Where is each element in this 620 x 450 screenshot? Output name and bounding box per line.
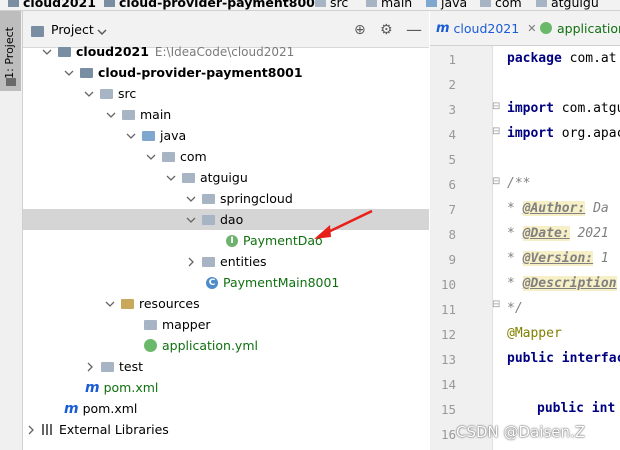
tree-node-module-pom[interactable]: m pom.xml <box>23 377 491 398</box>
module-icon <box>8 0 19 7</box>
folder-icon <box>366 0 377 7</box>
folder-icon <box>101 361 114 372</box>
package-icon <box>162 151 175 162</box>
folder-icon <box>144 319 157 330</box>
breadcrumb-item-main[interactable]: main <box>366 0 412 10</box>
chevron-down-icon[interactable] <box>97 29 107 35</box>
tree-node-root[interactable]: cloud2021 E:\IdeaCode\cloud2021 <box>23 41 448 62</box>
source-folder-icon <box>142 130 155 141</box>
folder-icon <box>426 0 437 7</box>
project-tool-tab-label: 1: Project <box>3 27 16 79</box>
package-icon <box>202 193 215 204</box>
folder-icon <box>315 0 326 7</box>
code-line-3[interactable]: import com.atgu <box>507 101 620 116</box>
tree-node-external-libraries[interactable]: External Libraries <box>23 419 432 440</box>
chevron-right-icon[interactable] <box>26 425 36 435</box>
maven-icon: m <box>64 400 79 417</box>
tree-node-module[interactable]: cloud-provider-payment8001 <box>23 62 448 83</box>
breadcrumb-item-com[interactable]: com <box>480 0 522 10</box>
folder-icon <box>122 109 135 120</box>
chevron-down-icon[interactable] <box>186 194 196 204</box>
folder-icon <box>480 0 491 7</box>
chevron-right-icon[interactable] <box>186 257 196 267</box>
folder-icon <box>6 78 16 86</box>
tree-node-test[interactable]: test <box>23 356 491 377</box>
module-icon <box>80 67 93 78</box>
chevron-down-icon[interactable] <box>42 47 52 57</box>
editor-tabs: m cloud2021 ✕ application <box>430 11 620 46</box>
chevron-down-icon[interactable] <box>64 68 74 78</box>
spring-boot-class-icon: C <box>206 276 218 289</box>
package-icon <box>182 172 195 183</box>
interface-icon: I <box>226 234 238 247</box>
code-line-10[interactable]: * @Description <box>507 276 617 291</box>
breadcrumb-item-module[interactable]: cloud-provider-payment8001 <box>104 0 324 10</box>
breadcrumb: cloud2021 cloud-provider-payment8001 src… <box>0 0 620 11</box>
breadcrumb-item-cloud2021[interactable]: cloud2021 <box>8 0 96 10</box>
code-line-4[interactable]: import org.apac <box>507 126 620 141</box>
package-icon <box>202 214 215 225</box>
resources-folder-icon <box>121 298 134 309</box>
code-line-11[interactable]: */ <box>507 301 523 316</box>
tree-node-entities[interactable]: entities <box>23 251 591 272</box>
breadcrumb-item-java[interactable]: java <box>426 0 467 10</box>
code-line-15[interactable]: public int <box>537 401 615 416</box>
code-line-12[interactable]: @Mapper <box>507 326 562 341</box>
chevron-down-icon[interactable] <box>186 215 196 225</box>
fold-marker-icon[interactable]: ⊟ <box>492 101 500 112</box>
gear-icon[interactable]: ⚙ <box>380 22 393 38</box>
project-panel-title[interactable]: Project <box>51 22 94 37</box>
spring-yml-icon <box>144 339 157 352</box>
tree-node-main[interactable]: main <box>23 104 491 125</box>
fold-marker-icon[interactable]: ⊟ <box>492 126 500 137</box>
close-icon[interactable]: ✕ <box>527 22 536 35</box>
tab-cloud2021[interactable]: m cloud2021 ✕ <box>436 11 536 45</box>
chevron-down-icon[interactable] <box>146 152 156 162</box>
breadcrumb-item-src[interactable]: src <box>315 0 348 10</box>
module-icon <box>58 46 71 57</box>
chevron-down-icon[interactable] <box>126 131 136 141</box>
chevron-down-icon[interactable] <box>166 173 176 183</box>
spring-yml-icon <box>540 22 552 34</box>
tree-node-src[interactable]: src <box>23 83 471 104</box>
code-line-13[interactable]: public interfac <box>507 351 620 366</box>
maven-icon: m <box>85 379 100 396</box>
project-view-icon <box>31 26 44 37</box>
code-line-1[interactable]: package com.at <box>507 51 617 66</box>
chevron-down-icon[interactable] <box>105 299 115 309</box>
fold-marker-icon[interactable]: ⊟ <box>492 299 500 310</box>
code-line-6[interactable]: /** <box>507 176 530 191</box>
folder-icon <box>100 88 113 99</box>
code-line-8[interactable]: * @Date: 2021 <box>507 226 609 241</box>
folder-icon <box>536 0 547 7</box>
code-line-9[interactable]: * @Version: 1 <box>507 251 609 266</box>
tree-node-root-pom[interactable]: m pom.xml <box>23 398 470 419</box>
locate-icon[interactable]: ⊕ <box>354 22 366 38</box>
red-arrow-annotation <box>314 209 373 239</box>
package-icon <box>202 256 215 267</box>
module-icon <box>104 0 115 7</box>
fold-marker-icon[interactable]: ⊟ <box>492 176 500 187</box>
tab-application[interactable]: application <box>540 11 620 45</box>
watermark: CSDN @Daisen.Z <box>456 423 586 441</box>
breadcrumb-item-atguigu[interactable]: atguigu <box>536 0 599 10</box>
minimize-icon[interactable]: — <box>406 20 422 39</box>
chevron-down-icon[interactable] <box>106 110 116 120</box>
library-icon <box>42 424 54 435</box>
chevron-down-icon[interactable] <box>84 89 94 99</box>
code-line-7[interactable]: * @Author: Da <box>507 201 609 216</box>
chevron-right-icon[interactable] <box>85 362 95 372</box>
maven-icon: m <box>436 20 450 36</box>
editor-gutter: 1 2 3 4 5 6 7 8 9 10 11 12 13 14 15 16 ⊟… <box>430 46 500 450</box>
